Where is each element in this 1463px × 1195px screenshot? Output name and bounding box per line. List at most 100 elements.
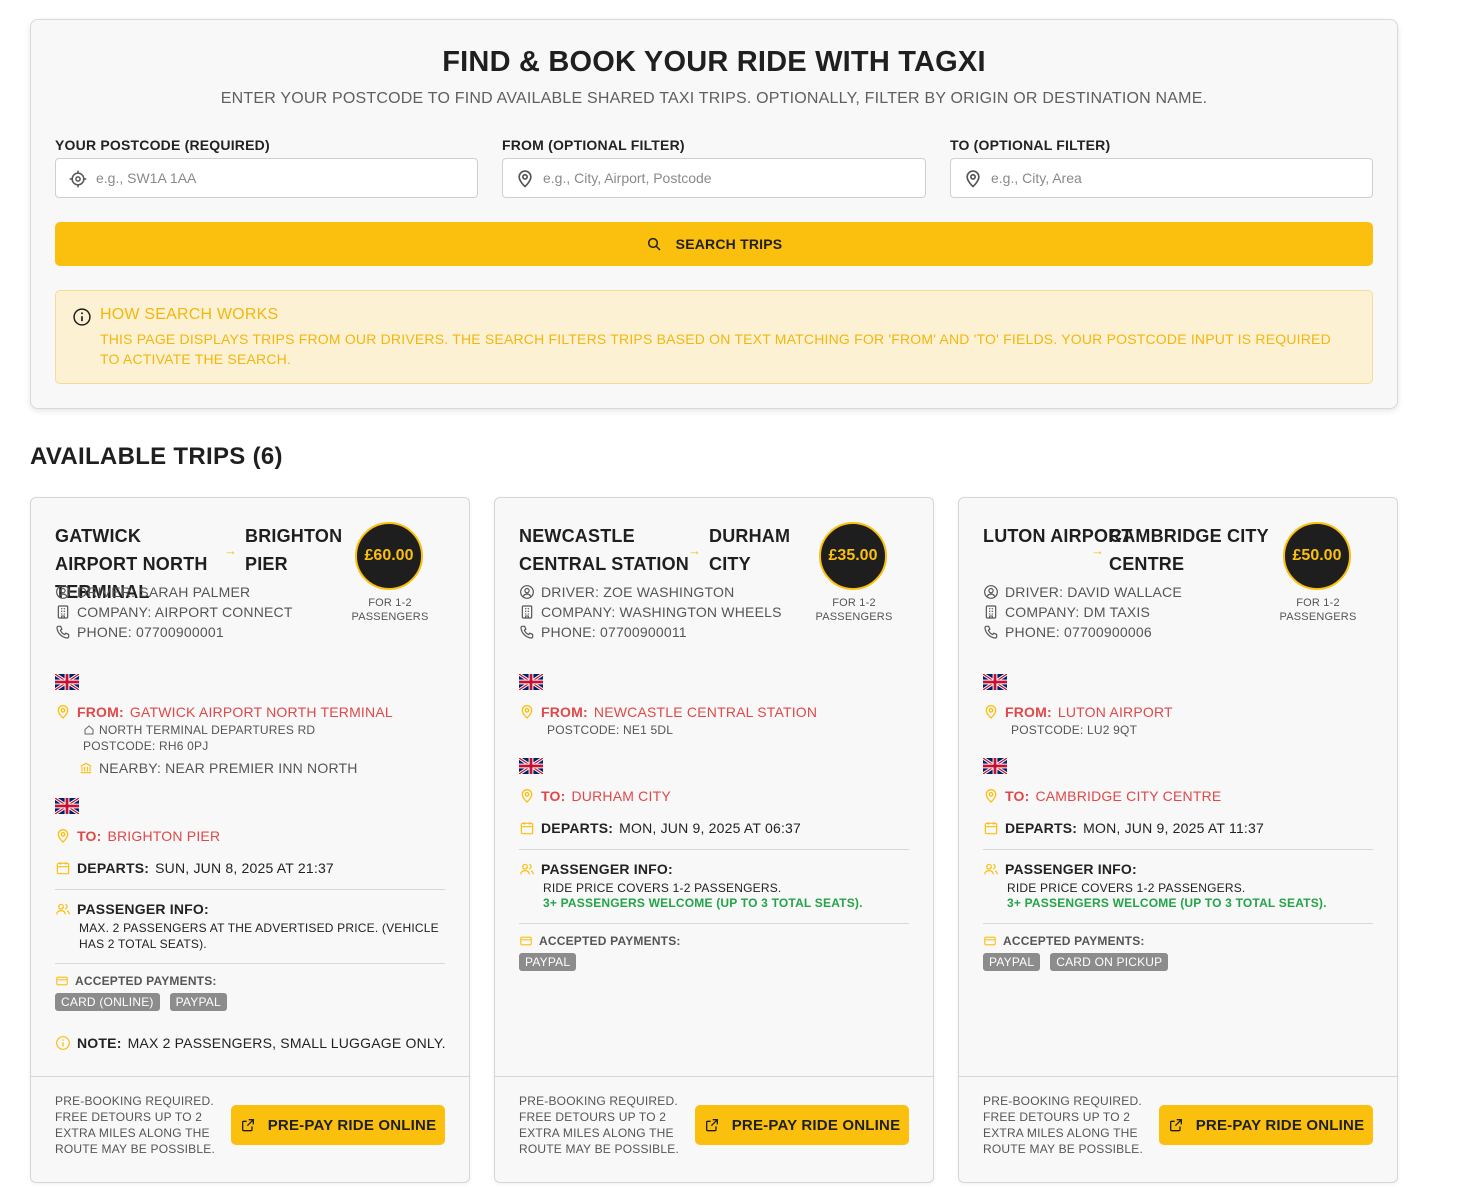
driver-name: DRIVER: SARAH PALMER bbox=[77, 584, 251, 600]
to-location: TO: CAMBRIDGE CITY CENTRE bbox=[983, 788, 1221, 804]
from-filter-field[interactable] bbox=[502, 158, 926, 198]
payments-label: ACCEPTED PAYMENTS: bbox=[539, 934, 681, 948]
info-text: THIS PAGE DISPLAYS TRIPS FROM OUR DRIVER… bbox=[100, 331, 1331, 367]
departs-label: DEPARTS: bbox=[1005, 820, 1078, 836]
calendar-icon bbox=[983, 820, 999, 836]
payment-tag: PAYPAL bbox=[169, 993, 227, 1011]
calendar-icon bbox=[55, 860, 71, 876]
card-footer: PRE-BOOKING REQUIRED. FREE DETOURS UP TO… bbox=[495, 1076, 933, 1182]
trip-card: NEWCASTLE CENTRAL STATION → DURHAM CITY … bbox=[494, 497, 934, 1183]
search-panel: FIND & BOOK YOUR RIDE WITH TAGXI ENTER Y… bbox=[30, 19, 1398, 409]
company-name: COMPANY: AIRPORT CONNECT bbox=[77, 604, 293, 620]
prepay-label: PRE-PAY RIDE ONLINE bbox=[267, 1116, 437, 1134]
price-note: FOR 1-2 PASSENGERS bbox=[351, 597, 429, 623]
phone-line: PHONE: 07700900001 bbox=[55, 624, 224, 640]
card-footer: PRE-BOOKING REQUIRED. FREE DETOURS UP TO… bbox=[959, 1076, 1397, 1182]
building-icon bbox=[55, 604, 71, 620]
uk-flag-icon bbox=[519, 758, 543, 774]
from-postcode: POSTCODE: NE1 5DL bbox=[547, 723, 674, 737]
departs-label: DEPARTS: bbox=[541, 820, 614, 836]
route-destination: CAMBRIDGE CITY CENTRE bbox=[1109, 526, 1269, 574]
map-pin-icon bbox=[55, 704, 71, 720]
departs-value: SUN, JUN 8, 2025 AT 21:37 bbox=[155, 860, 334, 876]
to-filter-label: TO (OPTIONAL FILTER) bbox=[950, 137, 1111, 153]
prepay-ride-button[interactable]: PRE-PAY RIDE ONLINE bbox=[231, 1105, 445, 1145]
from-filter-label: FROM (OPTIONAL FILTER) bbox=[502, 137, 685, 153]
payment-tags: CARD (ONLINE) PAYPAL bbox=[55, 993, 227, 1011]
phone-number: PHONE: 07700900011 bbox=[541, 624, 687, 640]
from-address: NORTH TERMINAL DEPARTURES RD bbox=[83, 723, 315, 737]
to-label: TO: bbox=[541, 788, 566, 804]
postcode-field[interactable] bbox=[55, 158, 478, 198]
payments-label: ACCEPTED PAYMENTS: bbox=[75, 974, 217, 988]
info-title: HOW SEARCH WORKS bbox=[100, 306, 279, 323]
passenger-info-label: PASSENGER INFO: bbox=[77, 901, 209, 917]
from-location: FROM: LUTON AIRPORT bbox=[983, 704, 1173, 720]
prebooking-note: PRE-BOOKING REQUIRED. FREE DETOURS UP TO… bbox=[55, 1094, 216, 1156]
from-postcode: POSTCODE: RH6 0PJ bbox=[83, 739, 209, 753]
price-badge: £50.00 bbox=[1283, 522, 1351, 590]
driver-line: DRIVER: DAVID WALLACE bbox=[983, 584, 1182, 600]
postcode-label: YOUR POSTCODE (REQUIRED) bbox=[55, 137, 270, 153]
arrow-right-icon: → bbox=[688, 543, 701, 558]
to-value: BRIGHTON PIER bbox=[107, 828, 221, 844]
passenger-info-extra: 3+ PASSENGERS WELCOME (UP TO 3 TOTAL SEA… bbox=[543, 896, 863, 910]
passenger-info-text: RIDE PRICE COVERS 1-2 PASSENGERS. bbox=[1007, 881, 1246, 895]
payments-title: ACCEPTED PAYMENTS: bbox=[55, 974, 217, 988]
prepay-ride-button[interactable]: PRE-PAY RIDE ONLINE bbox=[1159, 1105, 1373, 1145]
user-icon bbox=[519, 584, 535, 600]
driver-name: DRIVER: DAVID WALLACE bbox=[1005, 584, 1182, 600]
search-button-label: SEARCH TRIPS bbox=[675, 236, 783, 252]
company-line: COMPANY: DM TAXIS bbox=[983, 604, 1150, 620]
to-value: DURHAM CITY bbox=[571, 788, 671, 804]
phone-icon bbox=[55, 624, 71, 640]
payment-tag: PAYPAL bbox=[983, 953, 1041, 971]
search-icon bbox=[647, 237, 661, 251]
divider bbox=[983, 923, 1373, 924]
payments-title: ACCEPTED PAYMENTS: bbox=[519, 934, 681, 948]
external-link-icon bbox=[1168, 1117, 1184, 1133]
prepay-ride-button[interactable]: PRE-PAY RIDE ONLINE bbox=[695, 1105, 909, 1145]
note-label: NOTE: bbox=[77, 1035, 122, 1051]
uk-flag-icon bbox=[55, 798, 79, 814]
company-name: COMPANY: DM TAXIS bbox=[1005, 604, 1150, 620]
company-name: COMPANY: WASHINGTON WHEELS bbox=[541, 604, 782, 620]
search-trips-button[interactable]: SEARCH TRIPS bbox=[55, 222, 1373, 266]
price-badge: £35.00 bbox=[819, 522, 887, 590]
divider bbox=[55, 889, 445, 890]
prepay-label: PRE-PAY RIDE ONLINE bbox=[1195, 1116, 1365, 1134]
home-icon bbox=[84, 725, 94, 735]
payment-tag: PAYPAL bbox=[519, 953, 577, 971]
users-icon bbox=[519, 861, 535, 877]
departure-line: DEPARTS: SUN, JUN 8, 2025 AT 21:37 bbox=[55, 860, 334, 876]
to-filter-field[interactable] bbox=[950, 158, 1373, 198]
page-subtitle: ENTER YOUR POSTCODE TO FIND AVAILABLE SH… bbox=[220, 90, 1208, 107]
postcode-input[interactable] bbox=[96, 159, 469, 197]
calendar-icon bbox=[519, 820, 535, 836]
from-location: FROM: NEWCASTLE CENTRAL STATION bbox=[519, 704, 817, 720]
passenger-info-title: PASSENGER INFO: bbox=[983, 861, 1137, 877]
phone-number: PHONE: 07700900001 bbox=[77, 624, 224, 640]
note-line: NOTE: MAX 2 PASSENGERS, SMALL LUGGAGE ONL… bbox=[55, 1035, 446, 1051]
from-value: LUTON AIRPORT bbox=[1057, 704, 1173, 720]
from-filter-input[interactable] bbox=[543, 159, 917, 197]
to-value: CAMBRIDGE CITY CENTRE bbox=[1035, 788, 1222, 804]
from-label: FROM: bbox=[1005, 704, 1052, 720]
external-link-icon bbox=[704, 1117, 720, 1133]
from-postcode: POSTCODE: LU2 9QT bbox=[1011, 723, 1138, 737]
driver-line: DRIVER: SARAH PALMER bbox=[55, 584, 250, 600]
payment-tags: PAYPAL CARD ON PICKUP bbox=[983, 953, 1169, 971]
uk-flag-icon bbox=[519, 674, 543, 690]
phone-line: PHONE: 07700900006 bbox=[983, 624, 1152, 640]
info-icon bbox=[72, 307, 92, 327]
passenger-info-label: PASSENGER INFO: bbox=[1005, 861, 1137, 877]
payment-tag: CARD (ONLINE) bbox=[55, 993, 160, 1011]
divider bbox=[519, 923, 909, 924]
to-filter-input[interactable] bbox=[991, 159, 1364, 197]
phone-number: PHONE: 07700900006 bbox=[1005, 624, 1152, 640]
map-pin-icon bbox=[983, 704, 999, 720]
payment-tags: PAYPAL bbox=[519, 953, 577, 971]
from-nearby-text: NEARBY: NEAR PREMIER INN NORTH bbox=[99, 760, 358, 776]
phone-icon bbox=[519, 624, 535, 640]
map-pin-icon bbox=[55, 828, 71, 844]
